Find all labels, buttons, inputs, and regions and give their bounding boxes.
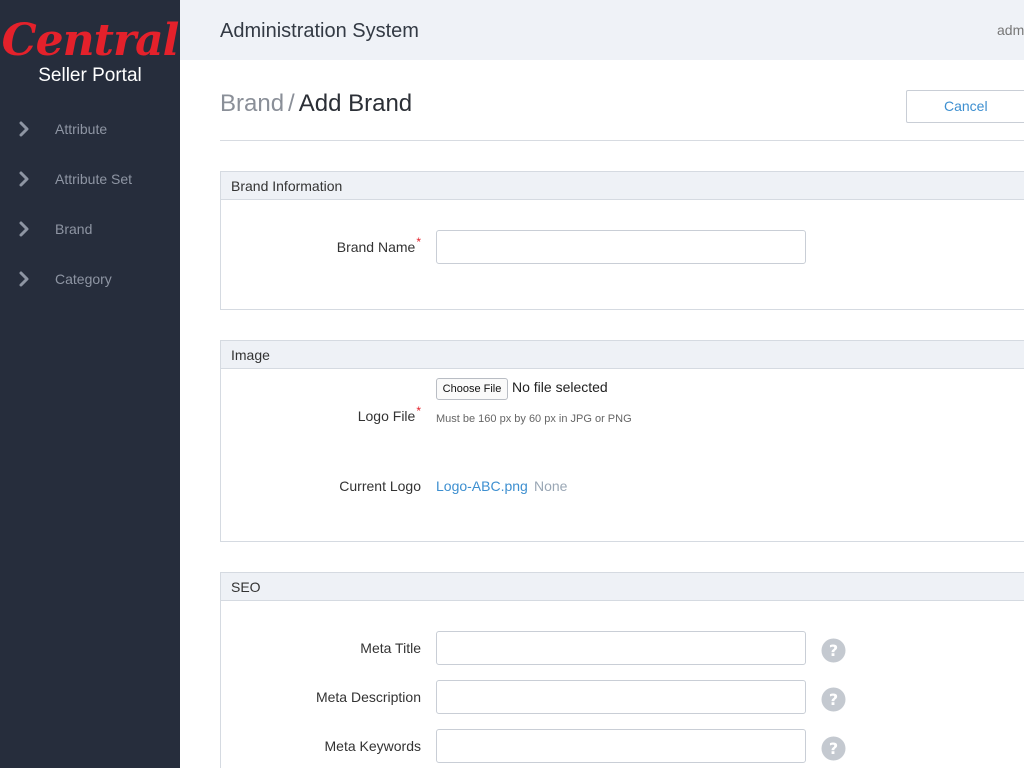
- svg-text:?: ?: [829, 690, 838, 709]
- app-title: Administration System: [220, 20, 419, 42]
- svg-text:?: ?: [829, 739, 838, 758]
- sidebar-item-label: Category: [55, 271, 112, 287]
- sidebar-item-attribute[interactable]: Attribute: [0, 104, 180, 154]
- brand-information-panel: Brand Information Brand Name*: [220, 171, 1024, 310]
- cancel-button[interactable]: Cancel: [906, 90, 1024, 123]
- brand-name-label: Brand Name*: [221, 235, 421, 256]
- chevron-right-icon: [19, 171, 29, 187]
- meta-description-label: Meta Description: [315, 689, 421, 705]
- sidebar-item-brand[interactable]: Brand: [0, 204, 180, 254]
- logo-file-label: Logo File*: [221, 404, 421, 425]
- title-divider: [220, 140, 1024, 141]
- meta-keywords-input[interactable]: [436, 729, 806, 763]
- chevron-right-icon: [19, 121, 29, 137]
- chevron-right-icon: [19, 271, 29, 287]
- logo-file-hint: Must be 160 px by 60 px in JPG or PNG: [436, 413, 632, 425]
- meta-keywords-label: Meta Keywords: [324, 738, 421, 754]
- file-status: No file selected: [512, 379, 608, 395]
- panel-title: SEO: [221, 573, 1024, 601]
- sidebar-item-label: Attribute Set: [55, 171, 133, 187]
- central-logo[interactable]: Central Seller Portal: [0, 14, 180, 94]
- brand-name-label-text: Brand Name: [336, 239, 416, 255]
- user-menu[interactable]: adm: [997, 22, 1024, 38]
- logo-wordmark: Central: [1, 15, 180, 66]
- current-logo-none: None: [534, 478, 568, 494]
- sidebar-nav: Attribute Attribute Set Brand Category: [0, 104, 180, 304]
- choose-file-button[interactable]: Choose File: [436, 378, 508, 400]
- required-marker: *: [416, 235, 421, 249]
- svg-text:?: ?: [829, 641, 838, 660]
- sidebar-item-label: Brand: [55, 221, 93, 237]
- meta-title-label: Meta Title: [360, 640, 421, 656]
- panel-title: Image: [221, 341, 1024, 369]
- question-circle-icon[interactable]: ?: [821, 638, 846, 663]
- sidebar-item-label: Attribute: [55, 121, 108, 137]
- panel-title: Brand Information: [221, 172, 1024, 200]
- question-circle-icon[interactable]: ?: [821, 687, 846, 712]
- image-panel: Image Logo File* Choose File No file sel…: [220, 340, 1024, 542]
- current-logo-link[interactable]: Logo-ABC.png: [436, 478, 528, 494]
- brand-name-input[interactable]: [436, 230, 806, 264]
- current-logo-label: Current Logo: [339, 478, 421, 494]
- sidebar-item-category[interactable]: Category: [0, 254, 180, 304]
- logo-file-label-text: Logo File: [357, 408, 416, 424]
- breadcrumb-parent[interactable]: Brand: [220, 90, 284, 117]
- seo-panel: SEO Meta Title ? Meta Description ? Meta…: [220, 572, 1024, 768]
- question-circle-icon[interactable]: ?: [821, 736, 846, 761]
- logo-subtitle: Seller Portal: [38, 65, 142, 86]
- breadcrumb-separator: /: [288, 90, 295, 117]
- sidebar: Central Seller Portal Attribute Attribut…: [0, 0, 180, 768]
- sidebar-item-attribute-set[interactable]: Attribute Set: [0, 154, 180, 204]
- breadcrumb: Brand / Add Brand: [220, 90, 412, 118]
- top-header: Administration System adm: [180, 0, 1024, 60]
- page-title: Add Brand: [298, 90, 413, 117]
- meta-description-input[interactable]: [436, 680, 806, 714]
- meta-title-input[interactable]: [436, 631, 806, 665]
- required-marker: *: [416, 404, 421, 418]
- chevron-right-icon: [19, 221, 29, 237]
